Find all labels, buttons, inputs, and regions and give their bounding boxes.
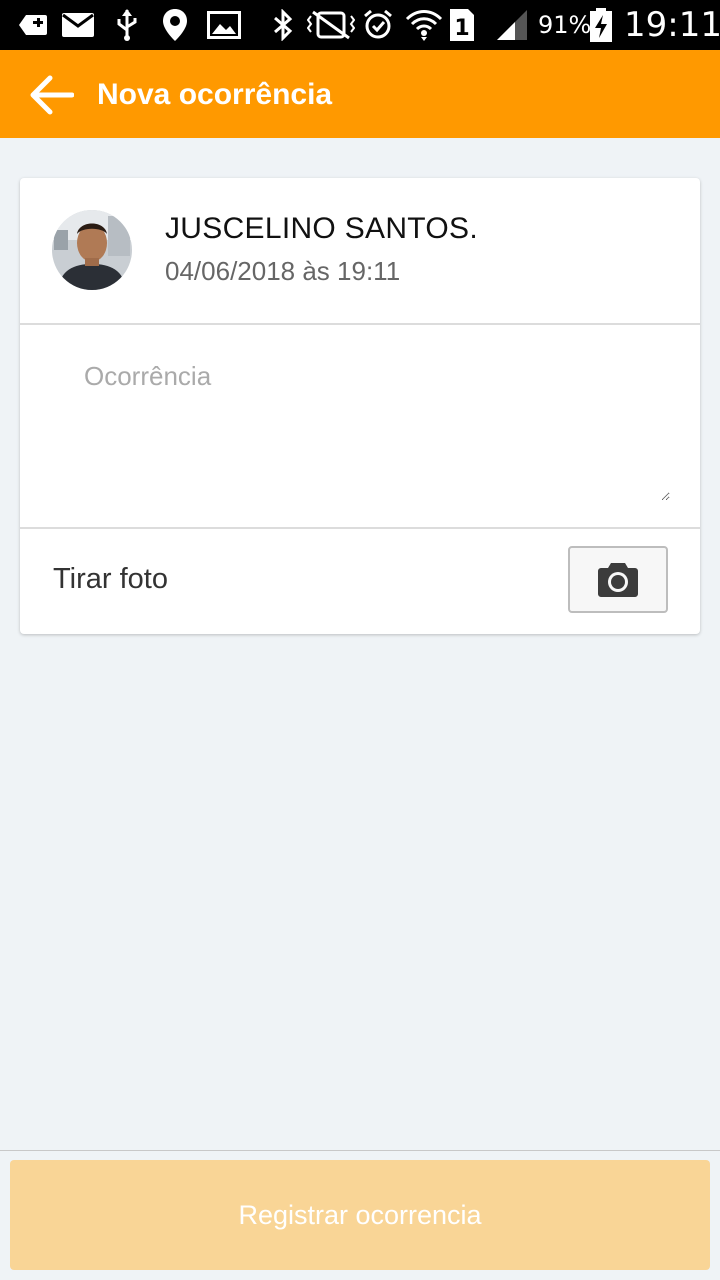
signal-icon xyxy=(494,8,530,42)
take-photo-label: Tirar foto xyxy=(53,563,168,595)
location-pin-icon xyxy=(160,8,190,42)
author-name: JUSCELINO SANTOS. xyxy=(165,212,478,245)
bottom-divider xyxy=(0,1150,720,1151)
avatar[interactable] xyxy=(52,210,132,290)
svg-text:1: 1 xyxy=(454,16,469,41)
app-bar: Nova ocorrência xyxy=(0,50,720,138)
back-button[interactable] xyxy=(26,72,76,118)
image-icon xyxy=(206,8,242,42)
page-title: Nova ocorrência xyxy=(97,78,333,111)
clock: 19:11 xyxy=(624,5,720,45)
alarm-icon xyxy=(362,8,394,42)
battery-percentage: 91% xyxy=(538,11,592,39)
author-header: JUSCELINO SANTOS. 04/06/2018 às 19:11 xyxy=(20,178,700,325)
author-timestamp: 04/06/2018 às 19:11 xyxy=(165,256,401,286)
occurrence-section xyxy=(20,325,700,529)
occurrence-input[interactable] xyxy=(70,361,670,501)
wifi-icon xyxy=(404,8,444,42)
status-bar: 1 91% 19:11 xyxy=(0,0,720,50)
mail-icon xyxy=(60,8,96,42)
bluetooth-icon xyxy=(270,8,296,42)
camera-icon xyxy=(598,562,638,597)
battery-charging-icon xyxy=(588,8,614,42)
usb-icon xyxy=(112,8,142,42)
sim-1-icon: 1 xyxy=(448,8,476,42)
arrow-back-icon xyxy=(30,75,74,115)
take-photo-button[interactable] xyxy=(568,546,668,613)
add-box-icon xyxy=(16,8,50,42)
vibrate-mute-icon xyxy=(306,8,356,42)
register-occurrence-button[interactable]: Registrar ocorrencia xyxy=(10,1160,710,1270)
take-photo-row: Tirar foto xyxy=(20,529,700,634)
occurrence-card: JUSCELINO SANTOS. 04/06/2018 às 19:11 Ti… xyxy=(20,178,700,634)
